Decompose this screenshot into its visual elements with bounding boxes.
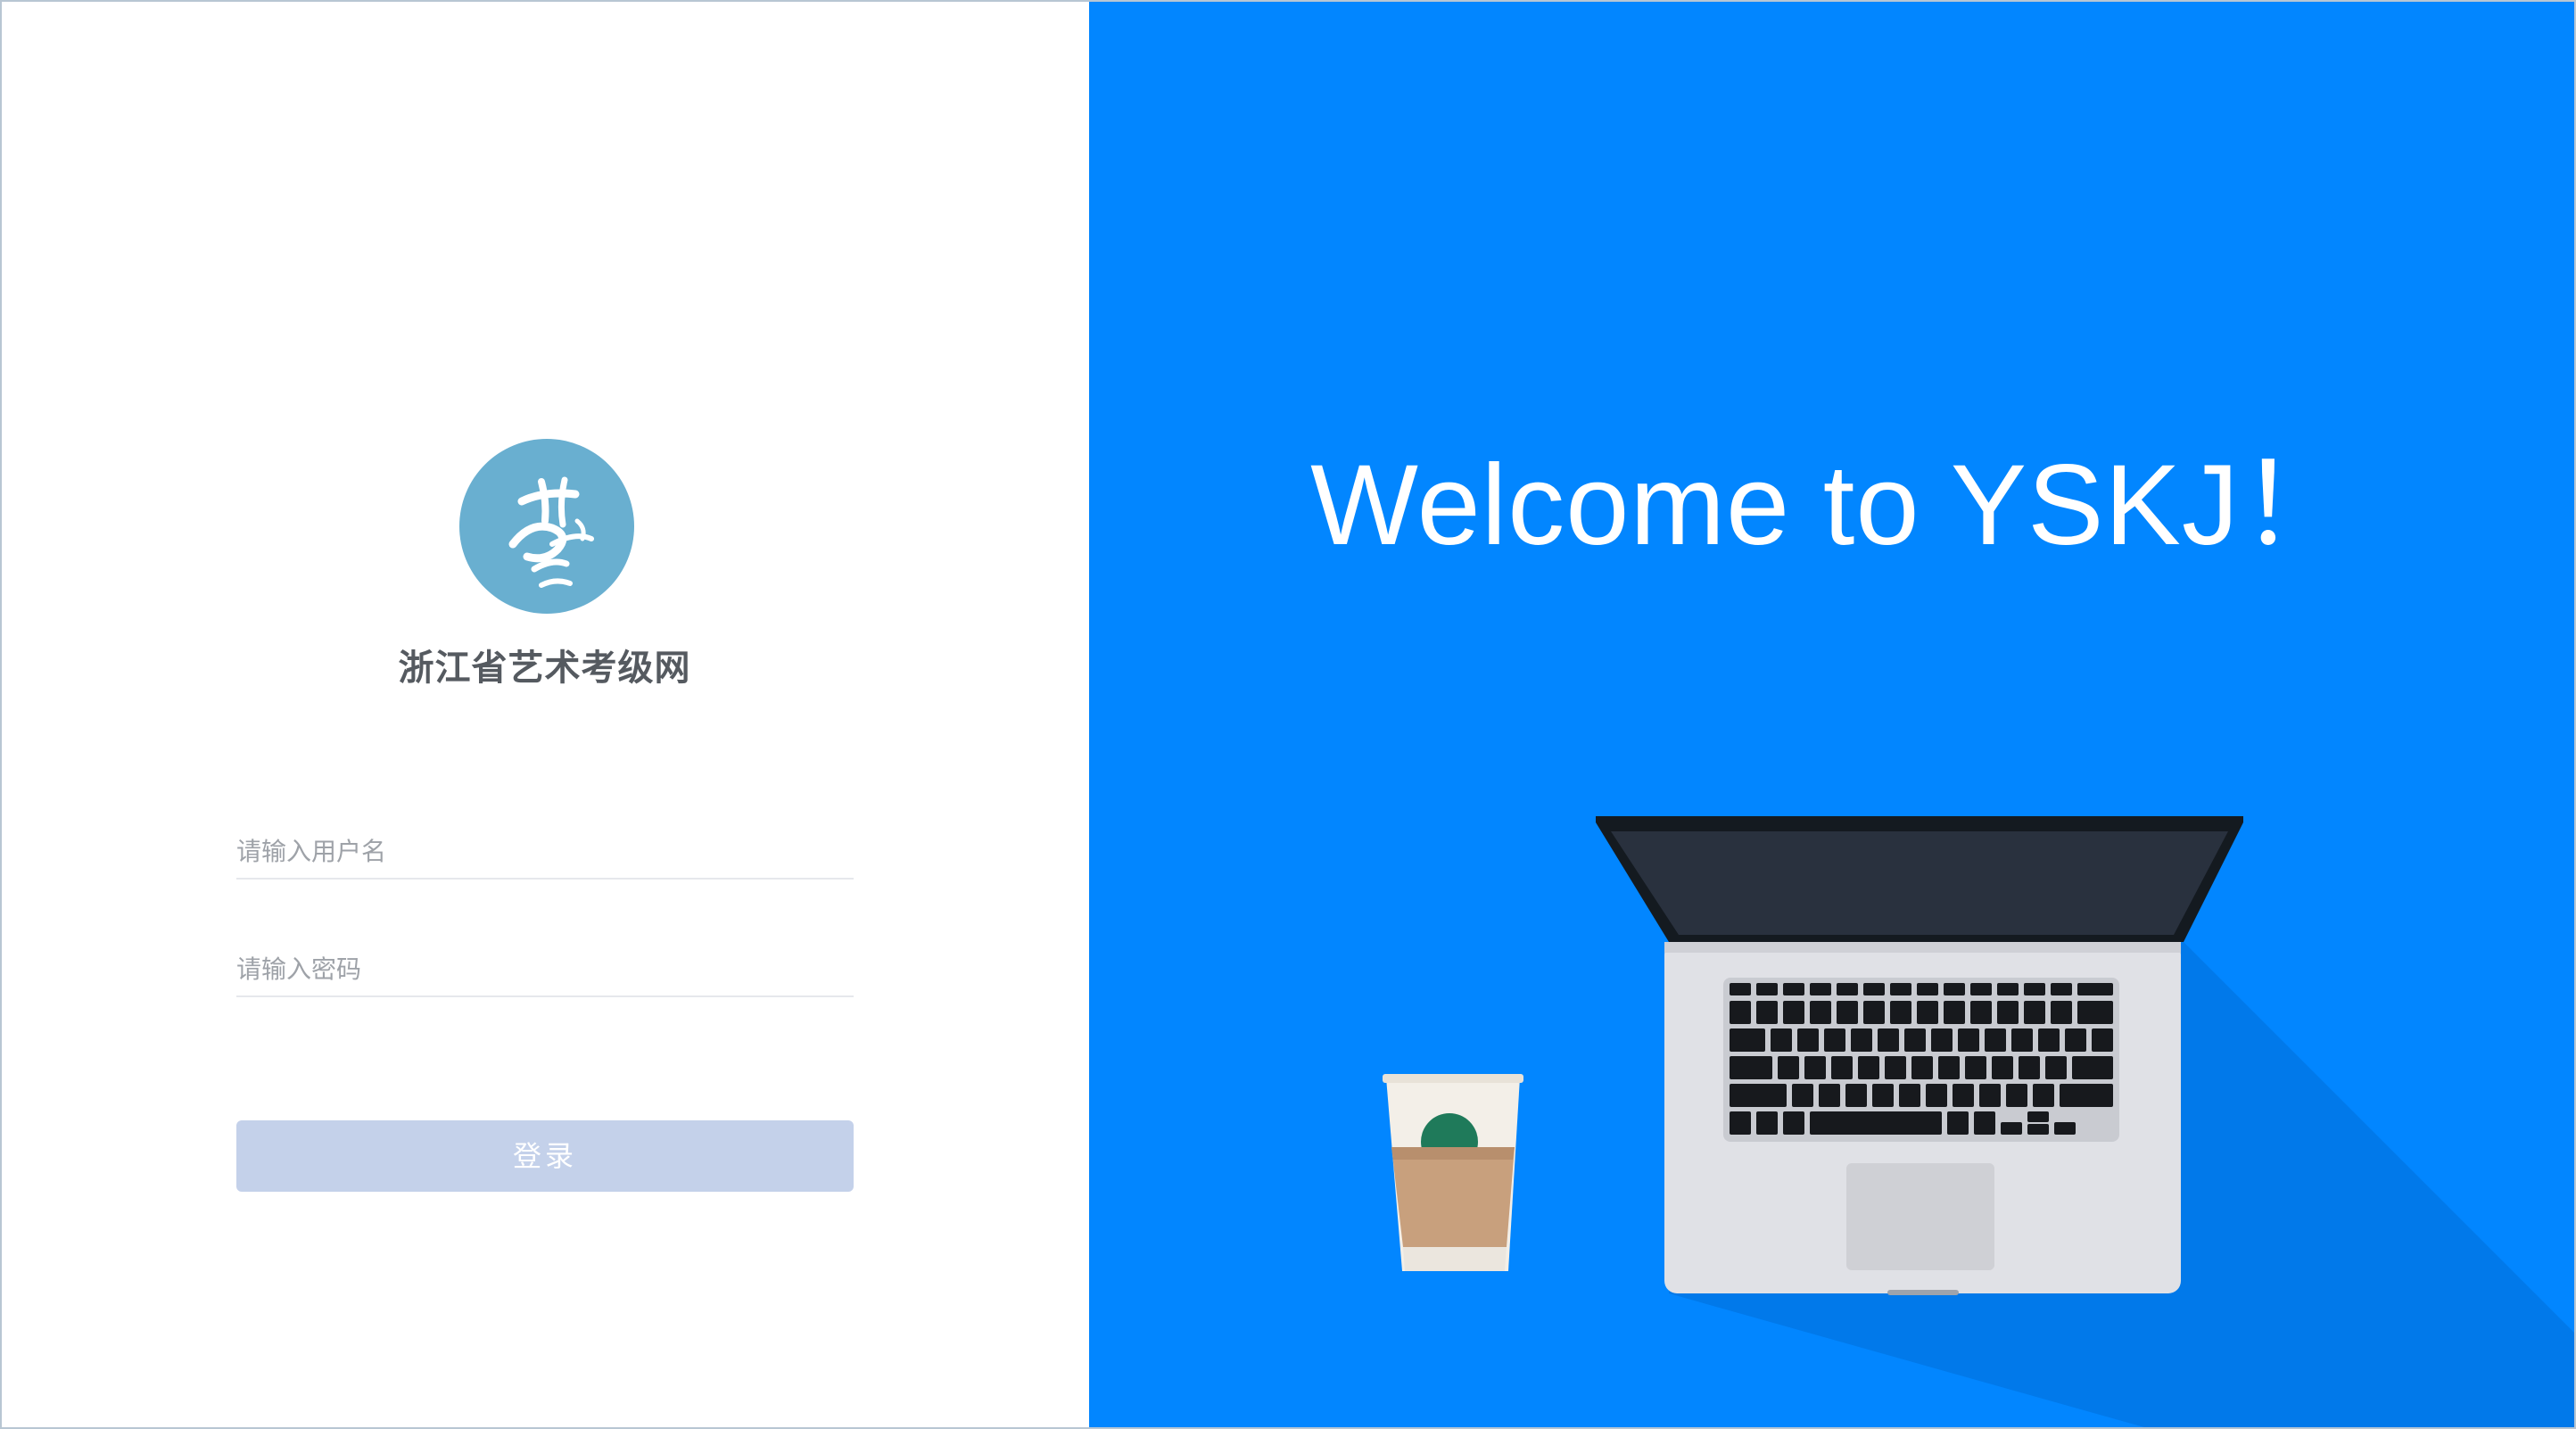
window-frame: [0, 0, 2576, 1429]
